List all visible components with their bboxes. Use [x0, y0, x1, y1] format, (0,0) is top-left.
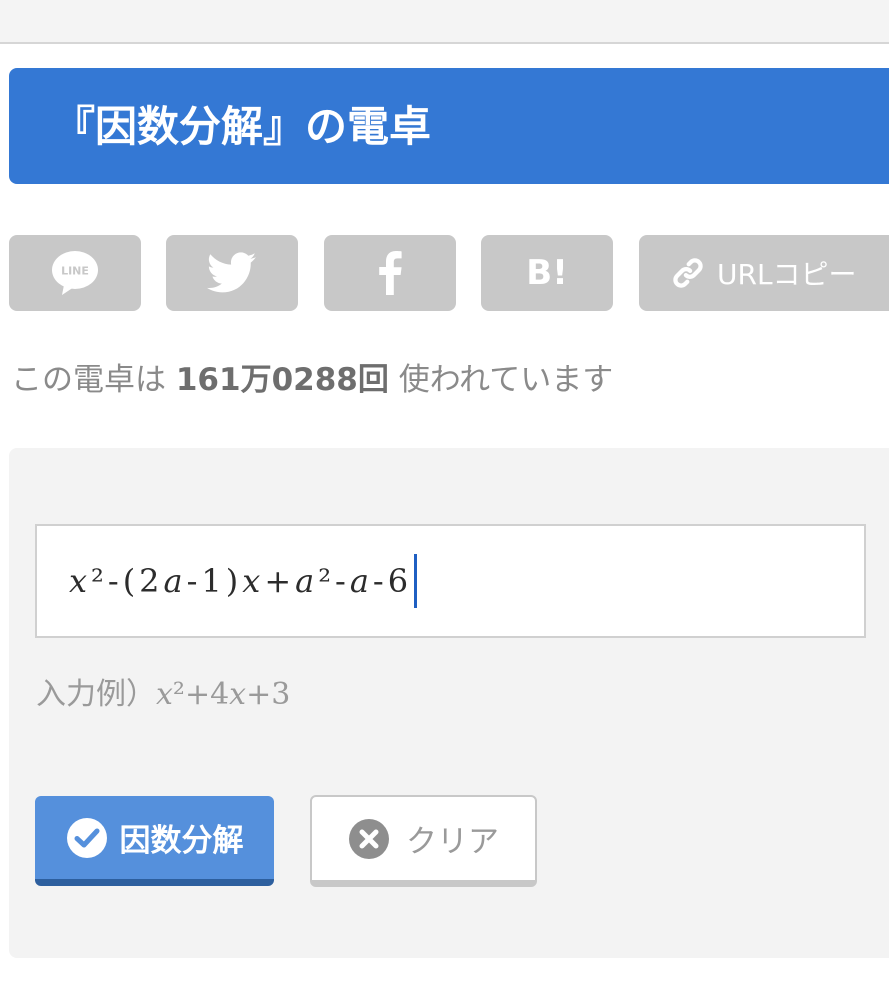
url-copy-label: URLコピー — [717, 258, 857, 291]
page-title: 『因数分解』の電卓 — [53, 102, 432, 151]
page-header: 『因数分解』の電卓 — [9, 68, 889, 184]
input-example: 入力例）𝑥²+4𝑥+3 — [36, 672, 290, 718]
check-circle-icon — [66, 817, 107, 858]
browser-top-bar — [0, 0, 889, 44]
clear-button[interactable]: クリア — [310, 795, 537, 887]
share-twitter-button[interactable] — [166, 235, 298, 311]
share-facebook-button[interactable] — [324, 235, 456, 311]
expression-input[interactable]: 𝑥²-(2𝑎-1)𝑥+𝑎²-𝑎-6 — [35, 524, 866, 638]
usage-count: 161万0288回 — [175, 362, 389, 398]
link-icon — [673, 258, 703, 288]
expression-value: 𝑥²-(2𝑎-1)𝑥+𝑎²-𝑎-6 — [69, 562, 413, 600]
factorize-button[interactable]: 因数分解 — [35, 796, 274, 886]
example-expression: 𝑥²+4𝑥+3 — [156, 677, 291, 712]
example-prefix: 入力例） — [36, 677, 156, 712]
usage-prefix: この電卓は — [11, 362, 166, 398]
url-copy-button[interactable]: URLコピー — [639, 235, 889, 311]
line-icon: LINE — [52, 251, 98, 295]
twitter-icon — [207, 252, 257, 293]
facebook-icon — [379, 251, 402, 295]
text-cursor — [414, 554, 418, 608]
usage-count-text: この電卓は 161万0288回 使われています — [11, 356, 613, 404]
factorize-label: 因数分解 — [119, 823, 244, 859]
hatena-bookmark-icon: B! — [526, 253, 568, 293]
share-line-button[interactable]: LINE — [9, 235, 141, 311]
clear-label: クリア — [406, 824, 499, 860]
line-icon-label: LINE — [61, 265, 89, 278]
usage-suffix: 使われています — [398, 362, 614, 398]
close-circle-icon — [349, 818, 389, 859]
share-hatena-button[interactable]: B! — [481, 235, 613, 311]
